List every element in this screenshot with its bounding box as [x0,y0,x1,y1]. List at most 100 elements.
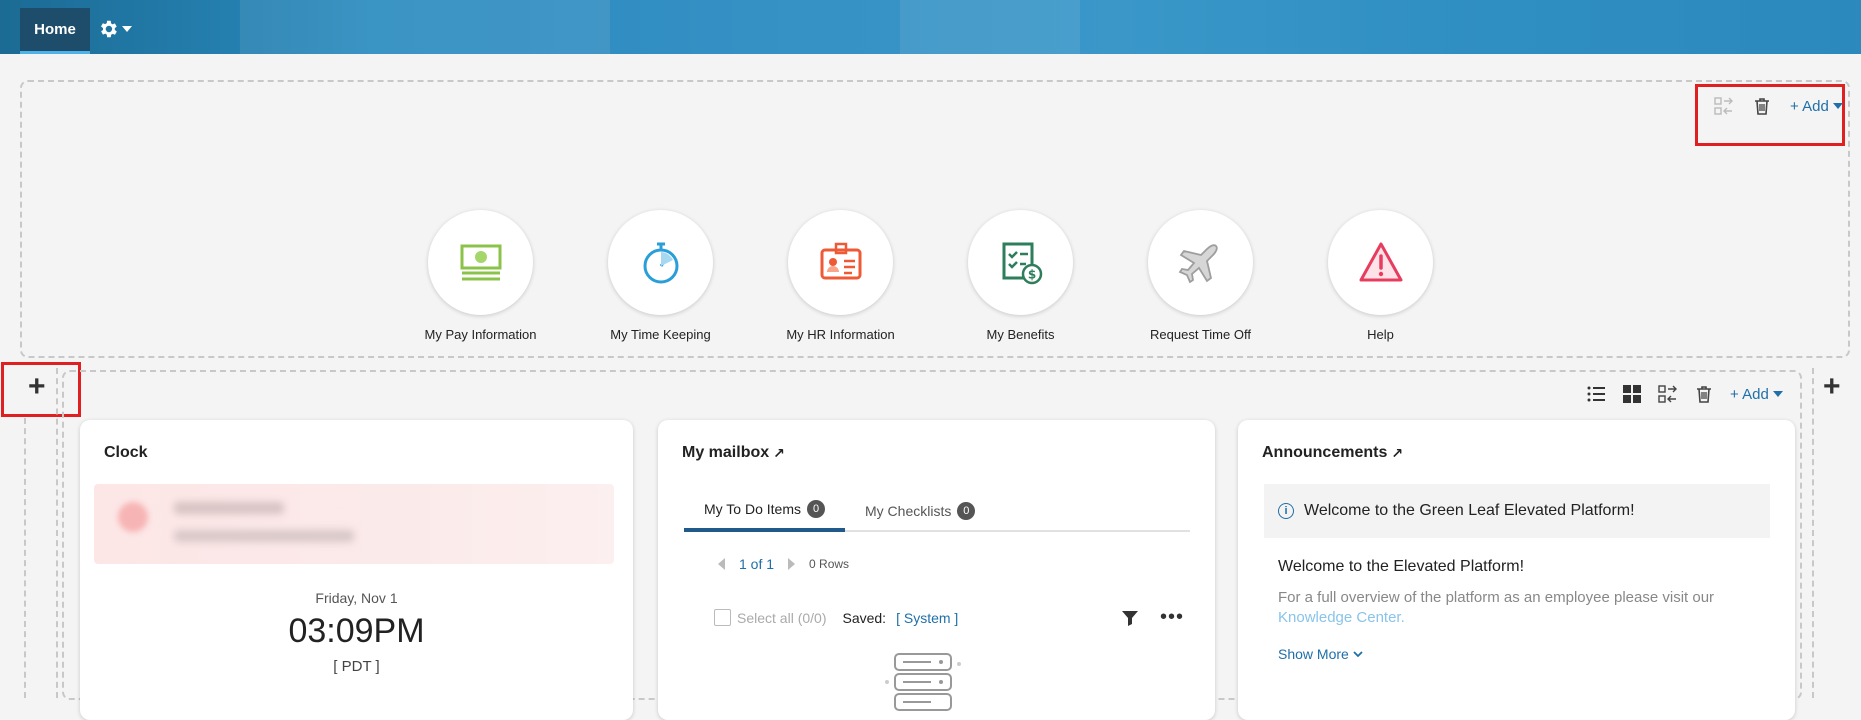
quick-link-label: My Time Keeping [610,327,711,342]
grid-view-icon[interactable] [1622,384,1642,404]
page-indicator[interactable]: 1 of 1 [739,556,774,572]
quick-link-circle[interactable]: $ [968,210,1073,315]
announcements-card: Announcements ↗ i Welcome to the Green Le… [1238,420,1795,720]
blurred-clock-status [94,484,614,564]
show-more-button[interactable]: Show More [1278,646,1363,662]
column-divider [24,418,26,698]
quick-link-time-keeping[interactable]: My Time Keeping [608,210,713,342]
quick-link-label: Help [1367,327,1394,342]
quick-link-help[interactable]: Help [1328,210,1433,342]
pay-icon [460,244,501,280]
add-widget-button[interactable]: + Add [1730,386,1783,403]
stopwatch-icon [643,242,678,283]
tab-checklists[interactable]: My Checklists 0 [845,490,995,532]
add-label: + Add [1790,97,1829,115]
quick-link-pay[interactable]: My Pay Information [425,210,537,342]
top-panel-toolbar: + Add [1714,96,1843,116]
quick-link-circle[interactable] [788,210,893,315]
announcements-title[interactable]: Announcements ↗ [1262,444,1403,462]
announcements-title-text: Announcements [1262,444,1388,461]
clock-title-text: Clock [104,444,148,461]
quick-link-label: My Pay Information [424,327,537,342]
gear-icon [101,20,117,38]
add-column-left-button[interactable]: + [28,372,46,402]
top-nav-bar: Home [0,0,1861,54]
tab-label: My Checklists [865,503,952,519]
add-widget-button[interactable]: + Add [1790,98,1843,115]
quick-link-label: My Benefits [986,327,1055,342]
benefits-icon: $ [1002,242,1042,284]
mailbox-title-text: My mailbox [682,444,770,461]
mailbox-title[interactable]: My mailbox ↗ [682,444,785,462]
column-divider [1812,368,1814,698]
quick-link-circle[interactable] [608,210,713,315]
quick-link-hr-information[interactable]: My HR Information [786,210,895,342]
info-icon: i [1278,503,1294,519]
tab-label: My To Do Items [704,501,801,517]
header-image-region [240,0,610,54]
quick-link-benefits[interactable]: $ My Benefits [968,210,1073,342]
chevron-down-icon [122,26,132,32]
more-options-icon[interactable]: ••• [1160,606,1184,629]
quick-link-label: My HR Information [786,327,895,342]
trash-icon[interactable] [1752,96,1772,116]
clock-timezone: [ PDT ] [333,658,380,675]
clock-title: Clock [104,444,148,462]
announcement-banner-text: Welcome to the Green Leaf Elevated Platf… [1304,502,1635,519]
chevron-down-icon [1772,391,1783,397]
pager: 1 of 1 0 Rows [718,556,849,572]
row-count: 0 Rows [809,557,850,571]
mailbox-card: My mailbox ↗ My To Do Items 0 My Checklist… [658,420,1215,720]
mailbox-tabs: My To Do Items 0 My Checklists 0 [684,490,1190,532]
knowledge-center-link[interactable]: Knowledge Center. [1278,609,1405,626]
external-link-icon: ↗ [1391,444,1404,461]
show-more-label: Show More [1278,646,1349,662]
quick-links-row: My Pay Information My Time Keeping My HR… [425,210,1433,342]
blurred-text [174,530,354,542]
quick-link-circle[interactable] [428,210,533,315]
quick-link-circle[interactable] [1148,210,1253,315]
trash-icon[interactable] [1694,384,1714,404]
quick-link-circle[interactable] [1328,210,1433,315]
tab-home[interactable]: Home [20,8,90,54]
clock-date: Friday, Nov 1 [315,590,398,606]
count-badge: 0 [957,502,976,520]
chevron-down-icon [1832,103,1843,109]
saved-label: Saved: [842,609,887,626]
tab-to-do-items[interactable]: My To Do Items 0 [684,490,845,532]
selection-toolbar: Select all (0/0) Saved: [ System ] ••• [714,606,1184,629]
add-label: + Add [1730,385,1769,403]
add-column-right-button[interactable]: + [1823,372,1841,402]
announcement-banner[interactable]: i Welcome to the Green Leaf Elevated Pla… [1264,484,1770,538]
header-image-region [900,0,1080,54]
quick-link-request-time-off[interactable]: Request Time Off [1148,210,1253,342]
saved-view-dropdown[interactable]: [ System ] [896,610,958,626]
list-view-icon[interactable] [1586,384,1606,404]
airplane-icon [1178,243,1218,283]
empty-state-illustration [885,653,961,711]
select-all-label: Select all (0/0) [737,609,827,626]
select-all-checkbox[interactable] [714,609,731,626]
quick-link-label: Request Time Off [1150,327,1251,342]
swap-layout-icon[interactable] [1658,384,1678,404]
clock-time: 03:09PM [288,612,425,650]
swap-layout-icon[interactable] [1714,96,1734,116]
settings-menu[interactable] [97,18,132,40]
filter-icon[interactable] [1120,608,1140,628]
announcement-body-text: For a full overview of the platform as a… [1278,589,1715,606]
next-page-icon[interactable] [788,558,796,570]
external-link-icon: ↗ [773,444,785,461]
chevron-down-icon [1353,651,1363,658]
status-icon [118,502,148,532]
count-badge: 0 [807,500,825,518]
saved-view-value: [ System ] [896,609,959,626]
announcement-heading: Welcome to the Elevated Platform! [1278,558,1525,575]
announcement-body: For a full overview of the platform as a… [1278,588,1768,628]
id-badge-icon [820,242,861,279]
warning-icon [1359,242,1402,281]
svg-text:$: $ [1027,267,1035,281]
prev-page-icon[interactable] [718,558,725,570]
clock-card: Clock Friday, Nov 1 03:09PM [ PDT ] [80,420,633,720]
column-divider [56,368,58,698]
bottom-panel-toolbar: + Add [1586,384,1783,404]
